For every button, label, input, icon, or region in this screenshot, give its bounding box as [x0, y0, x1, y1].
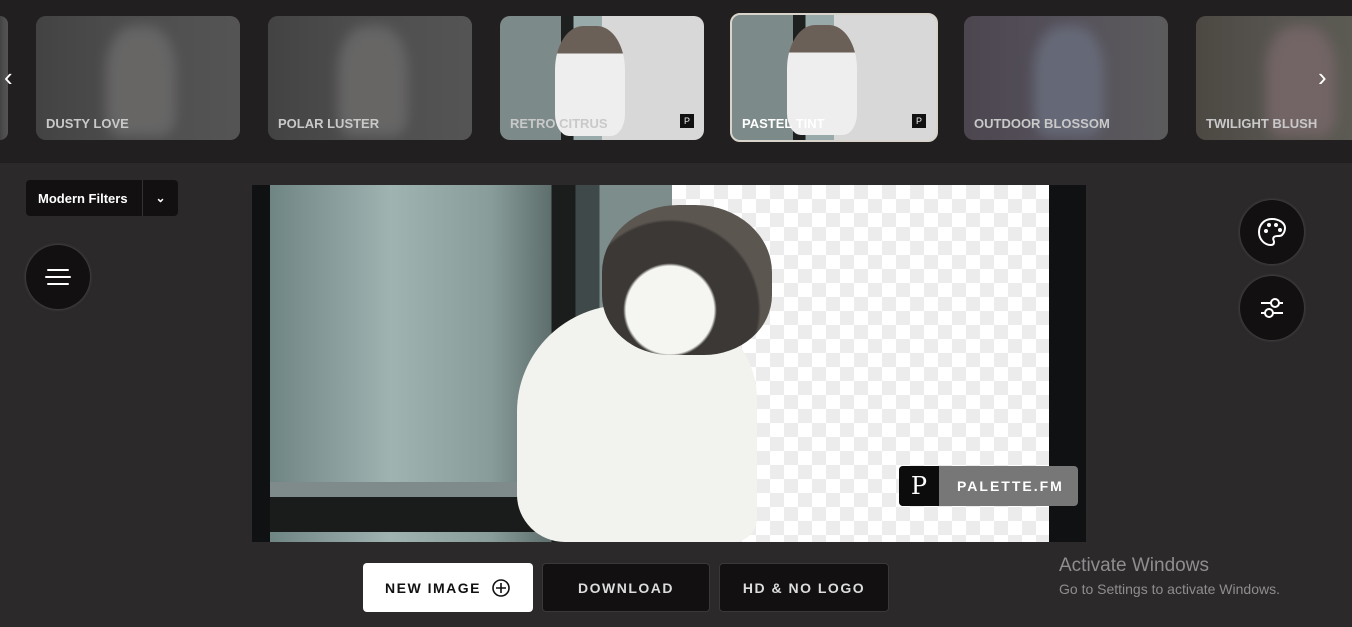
cat-head: [602, 205, 772, 355]
chevron-left-icon[interactable]: ‹: [4, 64, 13, 90]
filter-label: Polar Luster: [278, 116, 380, 131]
filter-label: Pastel Tint: [742, 116, 825, 131]
hamburger-icon: [45, 269, 71, 285]
windows-activation-watermark: Activate Windows Go to Settings to activ…: [1059, 555, 1339, 597]
download-label: DOWNLOAD: [578, 579, 674, 596]
filter-thumb-dusty-love[interactable]: Dusty Love: [36, 16, 240, 140]
image-preview: P PALETTE.FM: [252, 185, 1086, 542]
filter-carousel: Dusty Love Polar Luster Retro Citrus P Pa…: [0, 0, 1352, 163]
filter-thumb-outdoor-blossom[interactable]: Outdoor Blossom: [964, 16, 1168, 140]
filter-thumb-pastel-tint[interactable]: Pastel Tint P: [730, 13, 938, 142]
sliders-icon: [1261, 298, 1283, 318]
dropdown-value: Modern Filters: [38, 190, 128, 206]
chevron-right-icon[interactable]: ›: [1318, 64, 1327, 90]
palette-button[interactable]: [1240, 200, 1304, 264]
menu-button[interactable]: [26, 245, 90, 309]
plus-circle-icon: [492, 578, 510, 597]
download-button[interactable]: DOWNLOAD: [542, 563, 710, 612]
filter-label: Twilight Blush: [1206, 116, 1318, 131]
hd-no-logo-button[interactable]: HD & NO LOGO: [719, 563, 889, 612]
hd-label: HD & NO LOGO: [742, 579, 866, 596]
watermark-badge: P: [680, 114, 694, 128]
filter-thumb-retro-citrus[interactable]: Retro Citrus P: [500, 16, 704, 140]
filter-label: Dusty Love: [46, 116, 129, 131]
watermark-text: PALETTE.FM: [957, 478, 1064, 494]
filter-thumb-polar-luster[interactable]: Polar Luster: [268, 16, 472, 140]
new-image-button[interactable]: NEW IMAGE: [363, 563, 533, 612]
palette-icon: [1257, 217, 1287, 247]
activation-subtitle: Go to Settings to activate Windows.: [1059, 581, 1280, 597]
activation-title: Activate Windows: [1059, 555, 1209, 576]
watermark-badge: P: [912, 114, 926, 128]
filter-category-dropdown[interactable]: Modern Filters ⌄: [26, 180, 178, 216]
filter-label: Outdoor Blossom: [974, 116, 1110, 131]
palette-watermark: P PALETTE.FM: [899, 466, 1078, 506]
chevron-down-icon[interactable]: ⌄: [142, 180, 178, 216]
adjustments-button[interactable]: [1240, 276, 1304, 340]
new-image-label: NEW IMAGE: [385, 579, 481, 596]
filter-thumb-twilight-blush[interactable]: Twilight Blush: [1196, 16, 1352, 140]
filter-label: Retro Citrus: [510, 116, 608, 131]
watermark-logo: P: [899, 466, 939, 506]
